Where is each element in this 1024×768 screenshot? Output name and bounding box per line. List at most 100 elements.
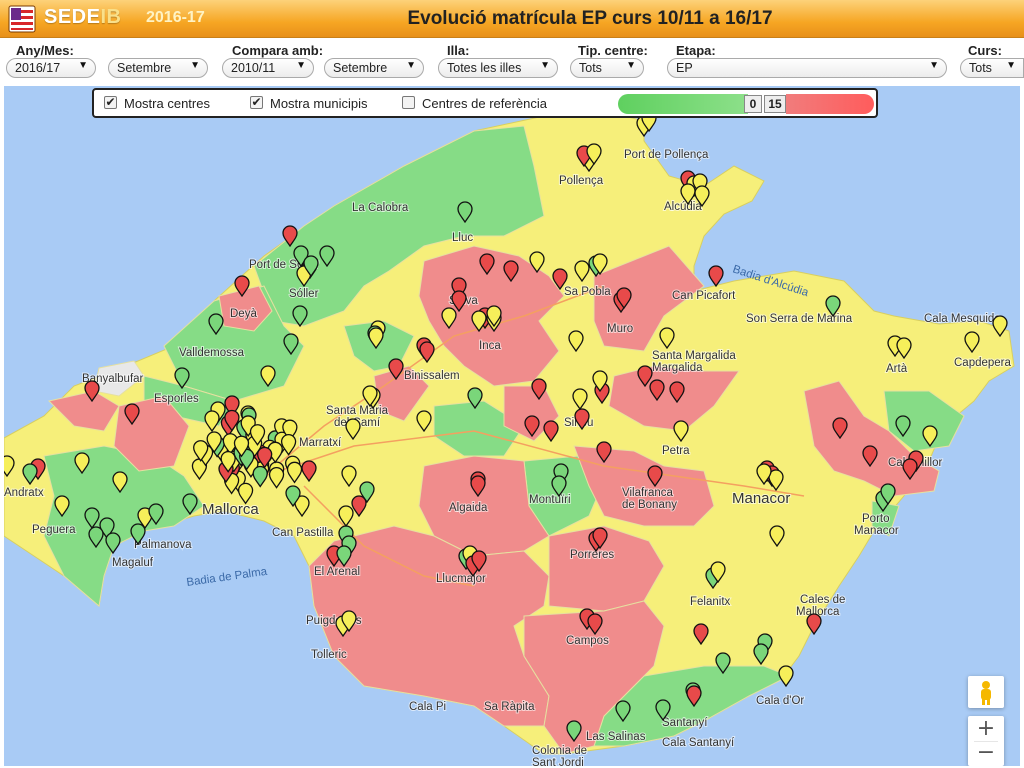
any-select[interactable]: 2016/17 ▼: [6, 58, 96, 78]
centres-referencia-label: Centres de referència: [422, 96, 548, 111]
place-label-marratxi: Marratxí: [299, 437, 342, 449]
mes-select[interactable]: Setembre ▼: [108, 58, 208, 78]
place-label-santa-margalida: Santa Margalida: [652, 350, 736, 362]
place-label-la-calobra: La Calobra: [352, 202, 409, 214]
place-label-montuiri: Montuïri: [529, 494, 571, 506]
place-label-el-arenal: El Arenal: [314, 566, 360, 578]
place-label-cala-dor: Cala d'Or: [756, 695, 804, 707]
place-label-arta: Artà: [886, 363, 908, 375]
place-label-vilafranca: Vilafranca: [622, 487, 674, 499]
place-label-capdepera: Capdepera: [954, 357, 1012, 369]
place-label-cala-mesquida: Cala Mesquida: [924, 313, 1001, 325]
mostra-municipis-label: Mostra municipis: [270, 96, 368, 111]
sea-label-badia-palma: Badia de Palma: [186, 566, 269, 589]
place-label-son-serra-de-marina: Son Serra de Marina: [746, 313, 853, 325]
zoom-controls: + −: [968, 716, 1004, 766]
tip-centre-select[interactable]: Tots ▼: [570, 58, 644, 78]
place-label-cala-santanyi: Cala Santanyí: [662, 737, 735, 749]
place-label-pollenca: Pollença: [559, 175, 604, 187]
place-label-esporles: Esporles: [154, 393, 199, 405]
chevron-down-icon: ▼: [1006, 60, 1016, 71]
zoom-in-button[interactable]: +: [968, 716, 1004, 741]
illa-label: Illa:: [447, 43, 470, 58]
place-label-port-de-pollenca: Port de Pollença: [624, 149, 709, 161]
chevron-down-icon: ▼: [190, 60, 200, 71]
chevron-down-icon: ▼: [540, 60, 550, 71]
compara-any-select[interactable]: 2010/11 ▼: [222, 58, 314, 78]
place-label-cales-de: Cales de: [800, 594, 845, 606]
place-label-can-picafort: Can Picafort: [672, 290, 736, 302]
place-label-andratx: Andratx: [4, 487, 44, 499]
place-label-manacor: Manacor: [732, 490, 790, 507]
etapa-select[interactable]: EP ▼: [667, 58, 947, 78]
place-label-peguera: Peguera: [32, 524, 76, 536]
school-marker-pin-icon[interactable]: [778, 665, 794, 688]
place-label-palma: Mallorca: [202, 501, 259, 518]
place-label-porto: Porto: [862, 513, 890, 525]
scale-green-bar: [618, 94, 748, 114]
place-label-alcudia: Alcúdia: [664, 201, 702, 213]
chevron-down-icon: ▼: [78, 60, 88, 71]
map-controls-box: ✔ Mostra centres ✔ Mostra municipis Cent…: [92, 88, 878, 118]
place-label-sa-pobla: Sa Pobla: [564, 286, 611, 298]
curs-label: Curs:: [968, 43, 1002, 58]
place-label-palmanova: Palmanova: [134, 539, 192, 551]
scale-min-value: 0: [744, 95, 762, 113]
place-label-muro: Muro: [607, 323, 633, 335]
place-label-sa-rapita: Sa Ràpita: [484, 701, 535, 713]
street-view-pegman-icon[interactable]: [968, 676, 1004, 708]
map-canvas[interactable]: Port de Pollença Pollença Alcúdia La Cal…: [4, 86, 1020, 766]
filters-bar: Any/Mes: 2016/17 ▼ Setembre ▼ Compara amb:…: [0, 38, 1024, 86]
chevron-down-icon: ▼: [626, 60, 636, 71]
place-label-de-bonany: de Bonany: [622, 499, 677, 511]
scale-max-value: 15: [764, 95, 786, 113]
place-label-colonia: Colonia de: [532, 745, 587, 757]
chevron-down-icon: ▼: [406, 60, 416, 71]
place-label-las-salinas: Las Salinas: [586, 731, 646, 743]
place-label-petra: Petra: [662, 445, 690, 457]
place-label-can-pastilla: Can Pastilla: [272, 527, 334, 539]
place-label-algaida: Algaida: [449, 502, 488, 514]
mallorca-map[interactable]: Port de Pollença Pollença Alcúdia La Cal…: [4, 86, 1020, 766]
mostra-centres-label: Mostra centres: [124, 96, 210, 111]
place-label-llucmajor: Llucmajor: [436, 573, 486, 585]
place-label-lluc: Lluc: [452, 232, 473, 244]
zoom-out-button[interactable]: −: [968, 742, 1004, 766]
chevron-down-icon: ▼: [296, 60, 306, 71]
brand-logo[interactable]: SEDEIB: [44, 6, 121, 29]
place-label-sant-jordi: Sant Jordi: [532, 757, 584, 766]
any-mes-label: Any/Mes:: [16, 43, 74, 58]
compara-label: Compara amb:: [232, 43, 324, 58]
school-marker-pin-icon[interactable]: [708, 265, 724, 288]
place-label-manacor-2: Manacor: [854, 525, 899, 537]
place-label-deya: Deyà: [230, 308, 257, 320]
app-header: SEDEIB 2016-17 Evolució matrícula EP cur…: [0, 0, 1024, 38]
place-label-margalida: Margalida: [652, 362, 703, 374]
school-year: 2016-17: [146, 9, 205, 26]
mostra-centres-checkbox[interactable]: ✔: [104, 96, 117, 109]
illa-select[interactable]: Totes les illes ▼: [438, 58, 558, 78]
place-label-tolleric: Tolleric: [311, 649, 347, 661]
mostra-municipis-checkbox[interactable]: ✔: [250, 96, 263, 109]
place-label-binissalem: Binissalem: [404, 370, 460, 382]
etapa-label: Etapa:: [676, 43, 716, 58]
scale-red-bar: [786, 94, 874, 114]
place-label-cala-pi: Cala Pi: [409, 701, 446, 713]
place-label-magaluf: Magaluf: [112, 557, 154, 569]
place-label-porreres: Porreres: [570, 549, 614, 561]
place-label-inca: Inca: [479, 340, 501, 352]
compara-mes-select[interactable]: Setembre ▼: [324, 58, 424, 78]
color-scale-legend: 0 15: [618, 94, 876, 114]
centres-referencia-checkbox[interactable]: [402, 96, 415, 109]
place-label-santanyi: Santanyí: [662, 717, 708, 729]
curs-select[interactable]: Tots ▼: [960, 58, 1024, 78]
balearic-flag-icon: [8, 5, 36, 33]
place-label-santa-maria: Santa Maria: [326, 405, 389, 417]
place-label-campos: Campos: [566, 635, 609, 647]
place-label-soller: Sóller: [289, 288, 319, 300]
tip-centre-label: Tip. centre:: [578, 43, 648, 58]
place-label-felanitx: Felanitx: [690, 596, 731, 608]
chevron-down-icon: ▼: [929, 60, 939, 71]
page-title: Evolució matrícula EP curs 10/11 a 16/17: [407, 8, 773, 29]
place-label-valldemossa: Valldemossa: [179, 347, 245, 359]
